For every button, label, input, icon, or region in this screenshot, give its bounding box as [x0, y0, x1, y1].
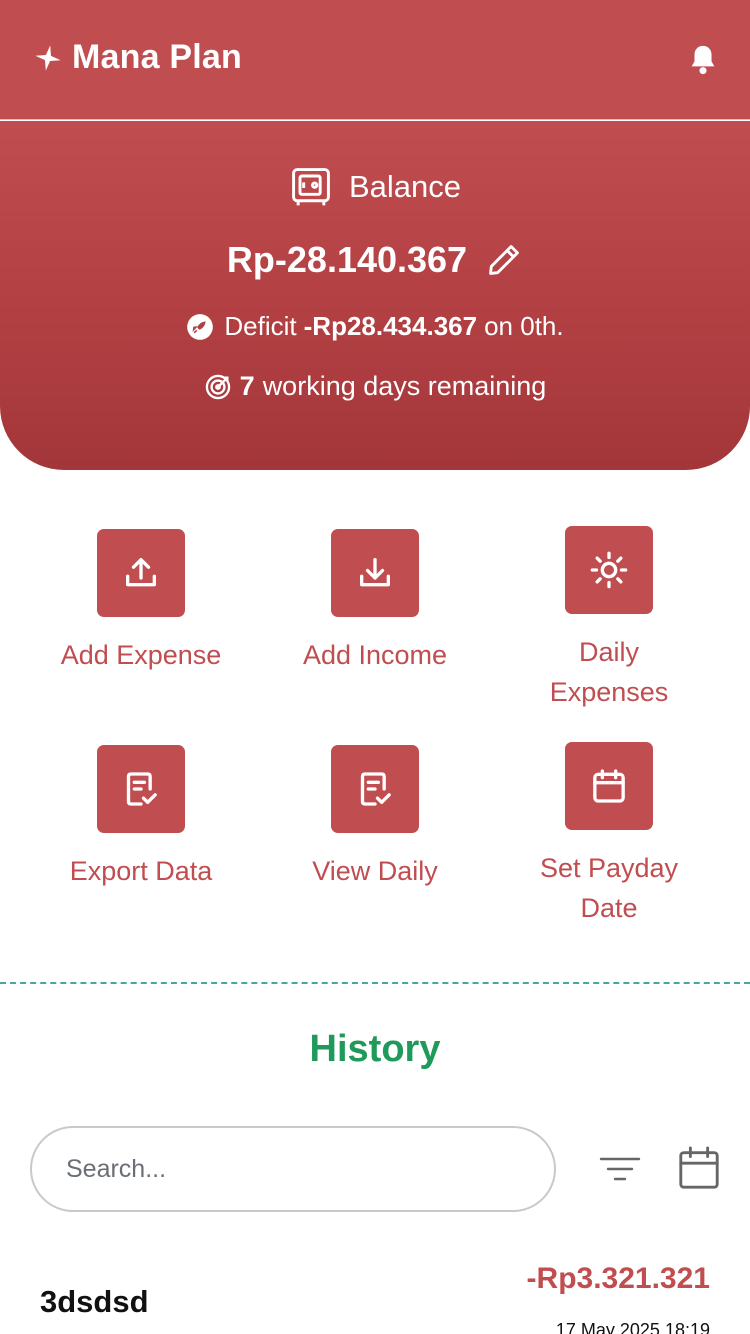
app-brand: Mana Plan	[34, 38, 242, 77]
add-income-tile[interactable]	[331, 529, 419, 617]
app-title: Mana Plan	[72, 38, 242, 76]
export-data-button[interactable]: Export Data	[24, 745, 258, 891]
edit-pencil-icon[interactable]	[485, 241, 523, 279]
add-income-label: Add Income	[302, 640, 448, 670]
history-item-amount: -Rp3.321.321	[526, 1262, 710, 1295]
target-icon	[205, 374, 230, 399]
set-payday-date-label: Set Payday Date	[539, 853, 679, 923]
daily-expenses-label: Daily Expenses	[549, 637, 669, 707]
export-data-label: Export Data	[69, 856, 213, 886]
deficit-suffix: on 0th.	[484, 311, 564, 341]
daily-expenses-button[interactable]: Daily Expenses	[492, 526, 726, 712]
deficit-prefix: Deficit	[224, 311, 297, 341]
notification-bell-icon[interactable]	[686, 42, 720, 78]
daily-expenses-tile[interactable]	[565, 526, 653, 614]
export-data-tile[interactable]	[97, 745, 185, 833]
deficit-amount: -Rp28.434.367	[303, 311, 478, 341]
working-days-count: 7	[239, 371, 255, 401]
calendar-filter-icon[interactable]	[676, 1144, 722, 1192]
view-daily-label: View Daily	[312, 856, 438, 886]
document-check-icon	[360, 772, 391, 806]
working-days-info: 7 working days remaining	[0, 371, 750, 402]
download-icon	[360, 558, 390, 587]
search-box[interactable]	[30, 1126, 556, 1212]
app-header: Mana Plan	[0, 0, 750, 120]
rocket-icon	[187, 313, 214, 340]
safe-icon	[292, 168, 330, 206]
add-expense-button[interactable]: Add Expense	[24, 529, 258, 675]
balance-amount: Rp-28.140.367	[226, 239, 468, 280]
history-item-name: 3dsdsd	[40, 1284, 149, 1319]
set-payday-date-tile[interactable]	[565, 742, 653, 830]
add-expense-label: Add Expense	[60, 640, 222, 670]
working-days-text: working days remaining	[262, 371, 547, 401]
section-divider	[0, 982, 750, 984]
document-check-icon	[126, 772, 157, 806]
add-income-button[interactable]: Add Income	[258, 529, 492, 675]
search-input[interactable]	[32, 1128, 554, 1210]
history-title: History	[309, 1028, 441, 1070]
balance-card: Balance Rp-28.140.367 Deficit -Rp28.434.…	[0, 121, 750, 470]
sun-icon	[590, 551, 628, 589]
add-expense-tile[interactable]	[97, 529, 185, 617]
filter-icon[interactable]	[598, 1150, 642, 1188]
view-daily-tile[interactable]	[331, 745, 419, 833]
balance-label: Balance	[348, 169, 462, 204]
history-item-date: 17 May 2025 18:19	[555, 1320, 710, 1334]
deficit-info: Deficit -Rp28.434.367 on 0th.	[0, 311, 750, 342]
set-payday-date-button[interactable]: Set Payday Date	[492, 742, 726, 928]
view-daily-button[interactable]: View Daily	[258, 745, 492, 891]
upload-icon	[126, 558, 156, 587]
sparkle-icon	[35, 44, 61, 71]
calendar-icon	[593, 769, 625, 803]
